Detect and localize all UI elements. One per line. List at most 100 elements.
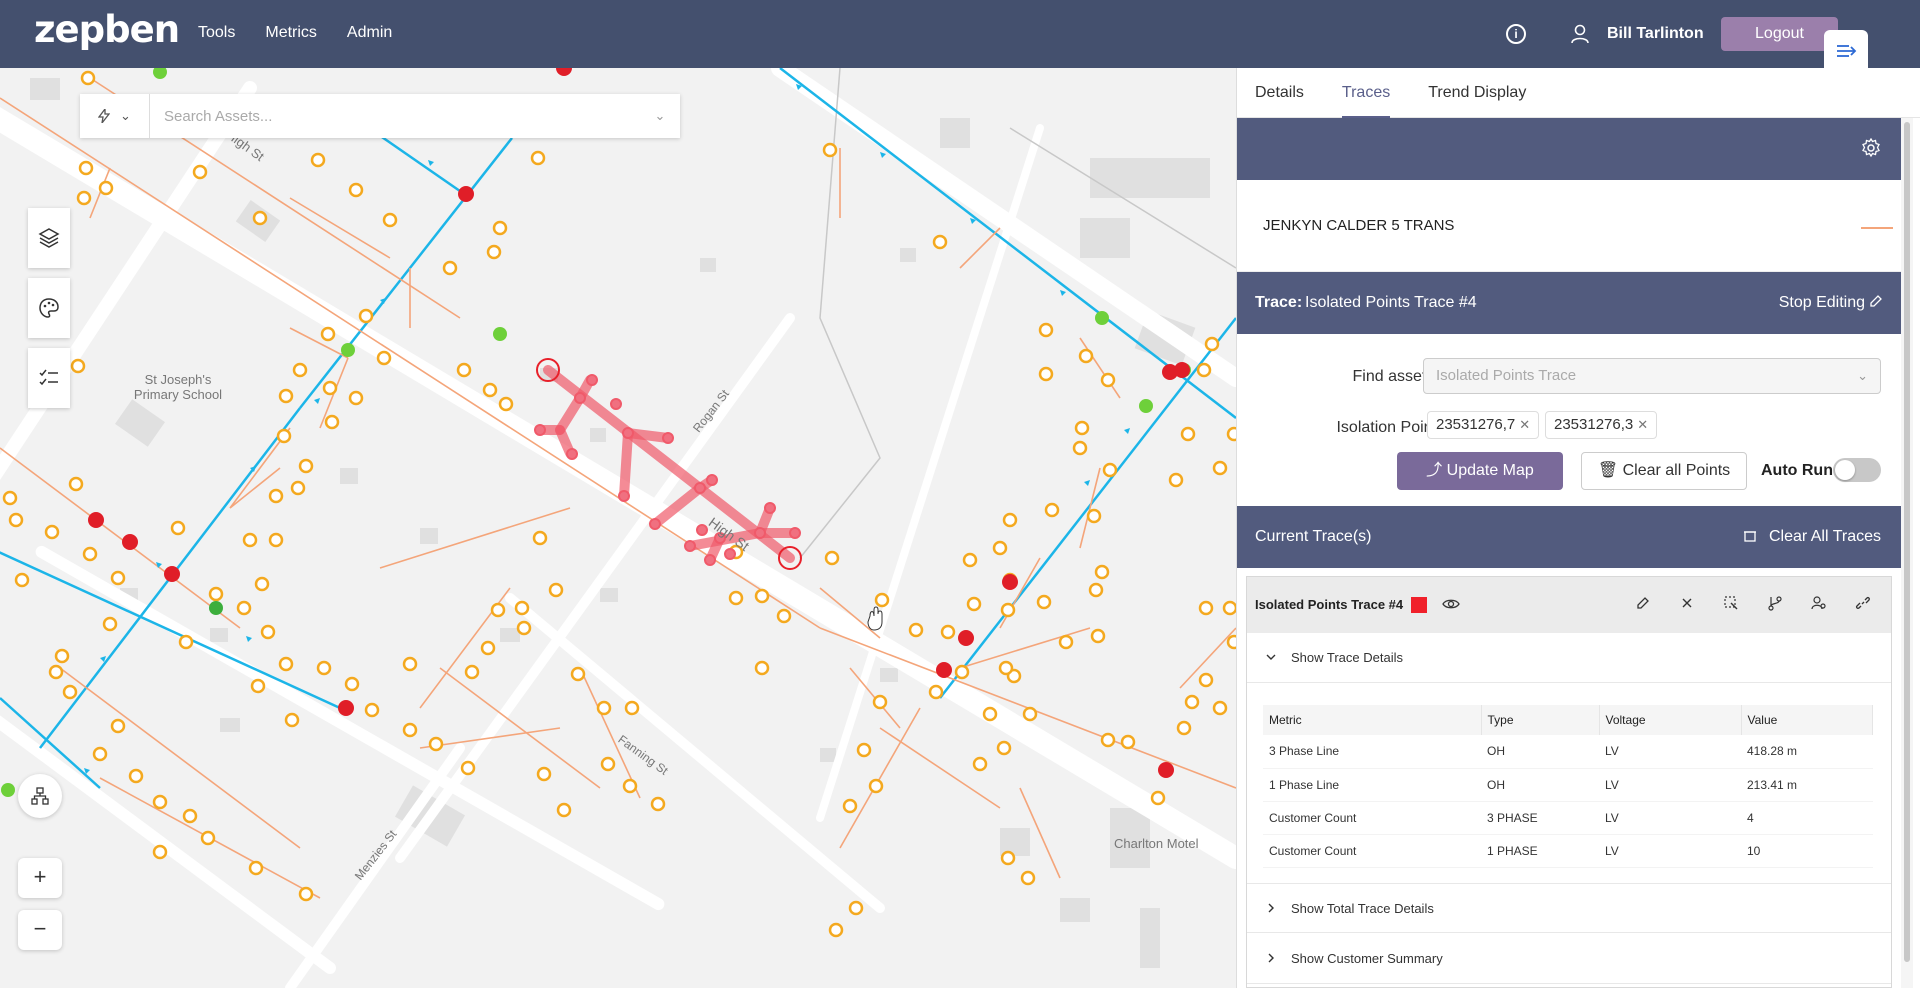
table-cell: OH	[1481, 735, 1599, 769]
show-trace-details-label: Show Trace Details	[1291, 650, 1403, 665]
table-cell: LV	[1599, 735, 1741, 769]
auto-run-toggle[interactable]	[1833, 458, 1881, 482]
trace-name: Isolated Points Trace #4	[1305, 294, 1477, 311]
chevron-down-icon: ⌄	[1857, 368, 1868, 383]
trace-label: Trace:	[1255, 294, 1303, 311]
link-icon[interactable]	[1855, 595, 1871, 611]
clear-points-label: Clear all Points	[1622, 462, 1731, 479]
top-bar: zepben Tools Metrics Admin i Bill Tarlin…	[0, 0, 1920, 72]
show-total-trace-details-label: Show Total Trace Details	[1291, 901, 1434, 916]
network-tree-icon	[31, 787, 49, 805]
current-traces-title: Current Trace(s)	[1255, 528, 1372, 545]
table-cell: 3 PHASE	[1481, 801, 1599, 835]
isolation-point-chip[interactable]: 23531276,7 ✕	[1427, 411, 1540, 439]
side-panel: Details Traces Trend Display JENKYN CALD…	[1236, 68, 1920, 988]
table-cell: Customer Count	[1263, 801, 1481, 835]
table-row: Customer Count 1 PHASE LV 10	[1263, 834, 1873, 868]
toggle-knob	[1835, 460, 1855, 480]
checklist-button[interactable]	[28, 348, 70, 408]
update-map-button[interactable]: ⤴ Update Map	[1397, 452, 1563, 490]
asset-line-swatch	[1861, 227, 1893, 229]
panel-settings-bar	[1237, 118, 1901, 180]
chip-label: 23531276,7	[1436, 416, 1516, 433]
user-icon	[1571, 24, 1589, 44]
asset-name: JENKYN CALDER 5 TRANS	[1263, 217, 1455, 234]
branch-icon[interactable]	[1767, 595, 1783, 611]
panel-tabs: Details Traces Trend Display	[1237, 68, 1920, 118]
chip-label: 23531276,3	[1554, 416, 1634, 433]
clear-points-button[interactable]: 🗑 Clear all Points	[1581, 452, 1747, 490]
gear-icon[interactable]	[1861, 138, 1881, 158]
remove-icon[interactable]: ✕	[1519, 417, 1530, 432]
trace-card-header: Isolated Points Trace #4	[1247, 577, 1891, 633]
table-cell: Customer Count	[1263, 834, 1481, 868]
route-icon: ⤴	[1426, 462, 1443, 479]
column-header: Type	[1481, 705, 1600, 735]
trace-color-swatch[interactable]	[1411, 597, 1427, 613]
nav-metrics[interactable]: Metrics	[265, 24, 317, 42]
edit-icon[interactable]	[1635, 595, 1651, 611]
nav-tools[interactable]: Tools	[198, 24, 235, 42]
tab-trend-display[interactable]: Trend Display	[1428, 68, 1526, 118]
zoom-to-icon[interactable]	[1723, 595, 1739, 611]
panel-collapse-button[interactable]	[1824, 30, 1868, 72]
table-row: 3 Phase Line OH LV 418.28 m	[1263, 735, 1873, 769]
trash-icon: 🗑	[1597, 462, 1619, 479]
panel-scrollbar[interactable]	[1901, 118, 1913, 988]
stop-editing-button[interactable]: Stop Editing	[1779, 294, 1865, 312]
clear-all-traces-button[interactable]: Clear All Traces	[1769, 528, 1881, 546]
eye-icon[interactable]	[1442, 596, 1460, 612]
network-button[interactable]	[18, 774, 62, 818]
table-header-row: Metric Type Voltage Value	[1263, 705, 1873, 735]
show-customer-summary-toggle[interactable]: Show Customer Summary	[1247, 934, 1891, 984]
column-header: Voltage	[1599, 705, 1742, 735]
style-button[interactable]	[28, 278, 70, 338]
table-cell: 213.41 m	[1741, 768, 1873, 802]
isolation-point-chip[interactable]: 23531276,3 ✕	[1545, 411, 1658, 439]
clear-all-icon	[1744, 531, 1756, 542]
search-type-select[interactable]: ⌄	[80, 94, 150, 138]
show-total-trace-details-toggle[interactable]: Show Total Trace Details	[1247, 883, 1891, 933]
table-cell: 1 Phase Line	[1263, 768, 1481, 802]
find-assets-select[interactable]: Isolated Points Trace ⌄	[1423, 358, 1881, 394]
chevron-down-icon: ⌄	[120, 108, 131, 123]
table-cell: 10	[1741, 834, 1873, 868]
table-cell: OH	[1481, 768, 1599, 802]
info-icon[interactable]: i	[1506, 24, 1526, 44]
close-icon[interactable]	[1679, 595, 1695, 611]
table-cell: 1 PHASE	[1481, 834, 1599, 868]
table-cell: LV	[1599, 801, 1741, 835]
collapse-panel-icon	[1837, 45, 1857, 57]
selected-asset-row[interactable]: JENKYN CALDER 5 TRANS	[1237, 180, 1901, 272]
zoom-out-button[interactable]: −	[18, 910, 62, 950]
hand-cursor-icon	[867, 606, 883, 631]
tab-traces[interactable]: Traces	[1341, 68, 1391, 118]
tab-details[interactable]: Details	[1255, 68, 1304, 118]
map-view[interactable]: St Joseph's Primary School High St High S…	[0, 68, 1236, 988]
edit-icon[interactable]	[1869, 294, 1883, 308]
logo[interactable]: zepben	[34, 8, 180, 51]
layers-button[interactable]	[28, 208, 70, 268]
nav-admin[interactable]: Admin	[347, 24, 392, 42]
table-cell: LV	[1599, 768, 1741, 802]
scrollbar-thumb[interactable]	[1904, 122, 1910, 962]
search-dropdown-icon[interactable]: ⌄	[640, 108, 680, 124]
user-name[interactable]: Bill Tarlinton	[1607, 25, 1704, 43]
logout-button[interactable]: Logout	[1721, 17, 1838, 51]
current-traces-bar: Current Trace(s) Clear All Traces	[1237, 506, 1901, 568]
zoom-in-button[interactable]: +	[18, 858, 62, 898]
isolation-points-label: Isolation Points	[1336, 419, 1445, 436]
column-header: Metric	[1263, 705, 1482, 735]
table-cell: 418.28 m	[1741, 735, 1873, 769]
user-search-icon[interactable]	[1811, 595, 1827, 611]
table-cell: 3 Phase Line	[1263, 735, 1481, 769]
show-trace-details-toggle[interactable]: Show Trace Details	[1247, 633, 1891, 683]
map-canvas[interactable]	[0, 68, 1236, 988]
table-cell: LV	[1599, 834, 1741, 868]
chevron-right-icon	[1268, 903, 1274, 913]
column-header: Value	[1741, 705, 1873, 735]
checklist-icon	[39, 369, 58, 386]
search-input[interactable]	[150, 94, 640, 138]
palette-icon	[39, 298, 59, 318]
remove-icon[interactable]: ✕	[1637, 417, 1648, 432]
